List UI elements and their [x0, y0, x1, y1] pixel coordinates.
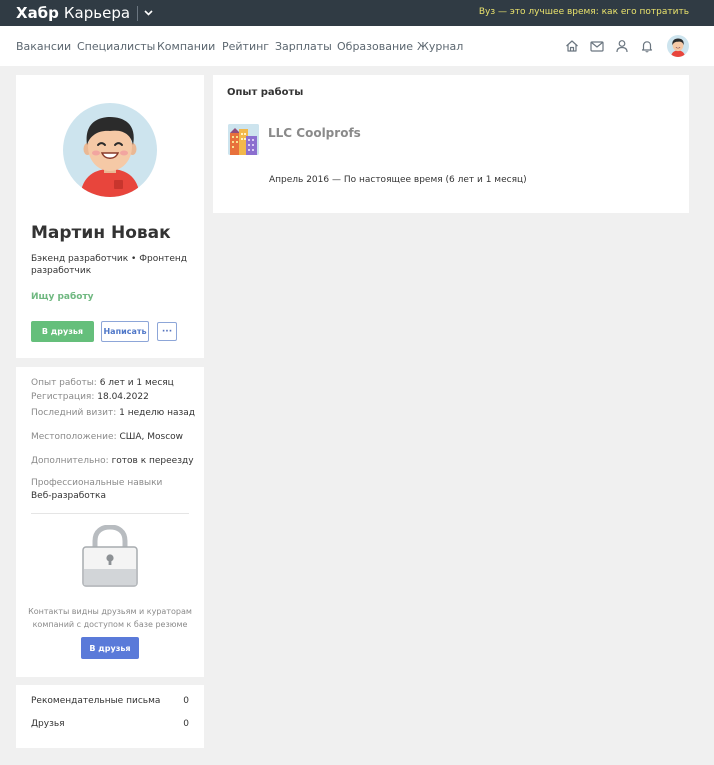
experience-value: 6 лет и 1 месяц — [99, 378, 174, 388]
job-status: Ищу работу — [31, 292, 94, 302]
more-options-button[interactable]: ··· — [157, 322, 177, 341]
bell-icon[interactable] — [639, 38, 655, 54]
brand-separator — [137, 5, 139, 21]
brand-light: Карьера — [63, 4, 131, 22]
info-card: Опыт работы: 6 лет и 1 месяц Регистрация… — [16, 367, 204, 677]
brand-bold: Хабр — [16, 4, 59, 22]
company-name-link[interactable]: LLC Coolprofs — [268, 126, 361, 140]
contacts-add-friend-button[interactable]: В друзья — [81, 637, 139, 659]
mail-icon[interactable] — [589, 38, 605, 54]
skills-value: Веб-разработка — [31, 491, 107, 501]
recommendations-link[interactable]: Рекомендательные письма — [31, 696, 160, 706]
last-visit-value: 1 неделю назад — [119, 408, 196, 418]
experience-label: Опыт работы: — [31, 378, 97, 388]
nav-link-vacancies[interactable]: Вакансии — [16, 40, 71, 53]
promo-link[interactable]: Вуз — это лучшее время: как его потратит… — [479, 7, 689, 17]
nav-link-salaries[interactable]: Зарплаты — [275, 40, 332, 53]
friends-link[interactable]: Друзья — [31, 719, 65, 729]
location-label: Местоположение: — [31, 432, 117, 442]
lock-icon — [82, 524, 138, 587]
counters-card: Рекомендательные письма 0 Друзья 0 — [16, 685, 204, 748]
registration-label: Регистрация: — [31, 392, 95, 402]
chevron-down-icon[interactable] — [143, 8, 153, 18]
divider — [31, 513, 189, 514]
brand-logo[interactable]: Хабр Карьера — [16, 3, 153, 23]
experience-title: Опыт работы — [227, 87, 304, 98]
main-nav: Вакансии Специалисты Компании Рейтинг За… — [0, 26, 714, 66]
experience-card: Опыт работы LLC Coolprofs Апрель 2016 — — [213, 75, 689, 213]
user-icon[interactable] — [614, 38, 630, 54]
experience-line: Опыт работы: 6 лет и 1 месяц — [31, 378, 174, 388]
contacts-note: Контакты видны друзьям и кураторам компа… — [28, 607, 192, 629]
last-visit-line: Последний визит: 1 неделю назад — [31, 408, 195, 418]
nav-link-journal[interactable]: Журнал — [417, 40, 463, 53]
profile-role: Бэкенд разработчик • Фронтенд разработчи… — [31, 254, 187, 276]
profile-avatar — [63, 103, 157, 197]
profile-name: Мартин Новак — [31, 223, 171, 243]
add-friend-button[interactable]: В друзья — [31, 321, 94, 342]
location-line: Местоположение: США, Moscow — [31, 432, 183, 442]
registration-line: Регистрация: 18.04.2022 — [31, 392, 149, 402]
user-avatar[interactable] — [667, 35, 689, 57]
home-icon[interactable] — [564, 38, 580, 54]
nav-link-companies[interactable]: Компании — [157, 40, 215, 53]
nav-link-education[interactable]: Образование — [337, 40, 413, 53]
nav-link-specialists[interactable]: Специалисты — [77, 40, 155, 53]
extra-line: Дополнительно: готов к переезду — [31, 456, 194, 466]
friends-count: 0 — [183, 719, 189, 729]
top-bar: Хабр Карьера Вуз — это лучшее время: как… — [0, 0, 714, 26]
profile-card: Мартин Новак Бэкенд разработчик • Фронте… — [16, 75, 204, 358]
nav-link-rating[interactable]: Рейтинг — [222, 40, 269, 53]
company-logo[interactable] — [228, 124, 259, 155]
extra-value: готов к переезду — [111, 456, 194, 466]
recommendations-count: 0 — [183, 696, 189, 706]
skills-label: Профессиональные навыки — [31, 478, 163, 488]
extra-label: Дополнительно: — [31, 456, 109, 466]
last-visit-label: Последний визит: — [31, 408, 117, 418]
work-period: Апрель 2016 — По настоящее время (6 лет … — [269, 175, 527, 185]
registration-value: 18.04.2022 — [97, 392, 149, 402]
write-message-button[interactable]: Написать — [101, 321, 149, 342]
location-value: США, Moscow — [119, 432, 184, 442]
